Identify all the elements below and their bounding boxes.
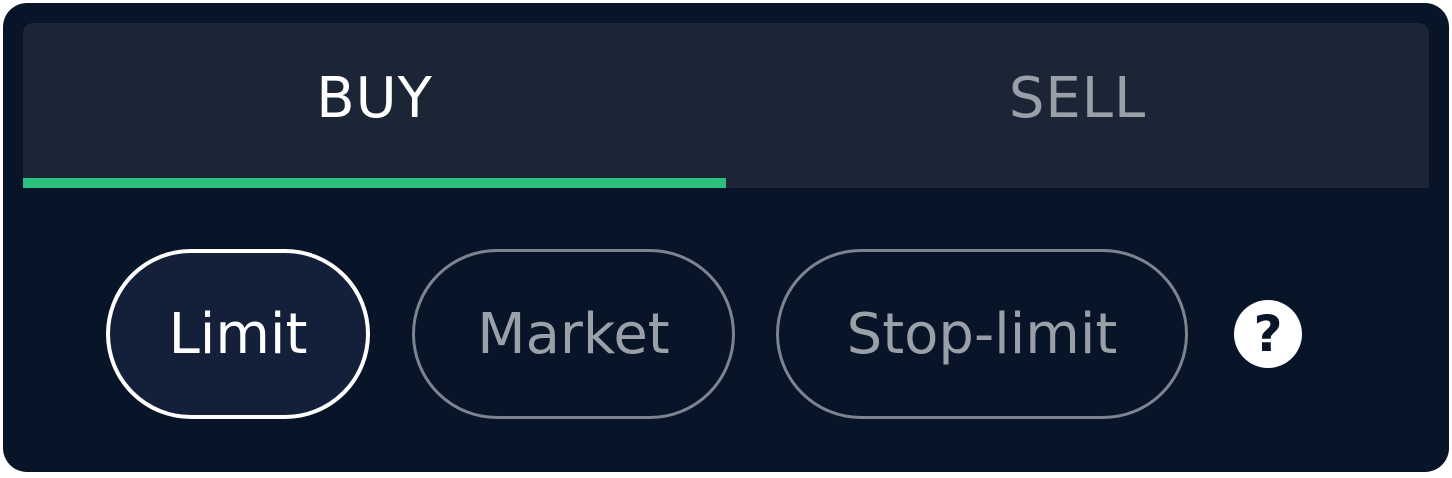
- order-type-market-label: Market: [477, 301, 670, 367]
- order-type-market-button[interactable]: Market: [412, 249, 735, 419]
- tab-sell-label: SELL: [1008, 66, 1147, 131]
- tab-sell[interactable]: SELL: [726, 23, 1429, 188]
- order-type-stop-limit-button[interactable]: Stop-limit: [776, 249, 1188, 419]
- order-type-limit-button[interactable]: Limit: [106, 249, 370, 419]
- buy-sell-tabs: BUY SELL: [23, 23, 1429, 188]
- order-type-selector: Limit Market Stop-limit ?: [106, 249, 1302, 419]
- tab-buy-label: BUY: [316, 66, 433, 131]
- question-icon[interactable]: ?: [1234, 300, 1302, 368]
- active-tab-indicator: [23, 178, 726, 188]
- question-glyph: ?: [1253, 305, 1283, 363]
- trade-panel: BUY SELL Limit Market Stop-limit ?: [3, 3, 1449, 472]
- tab-buy[interactable]: BUY: [23, 23, 726, 188]
- order-type-limit-label: Limit: [168, 301, 308, 367]
- order-type-stop-limit-label: Stop-limit: [846, 301, 1118, 367]
